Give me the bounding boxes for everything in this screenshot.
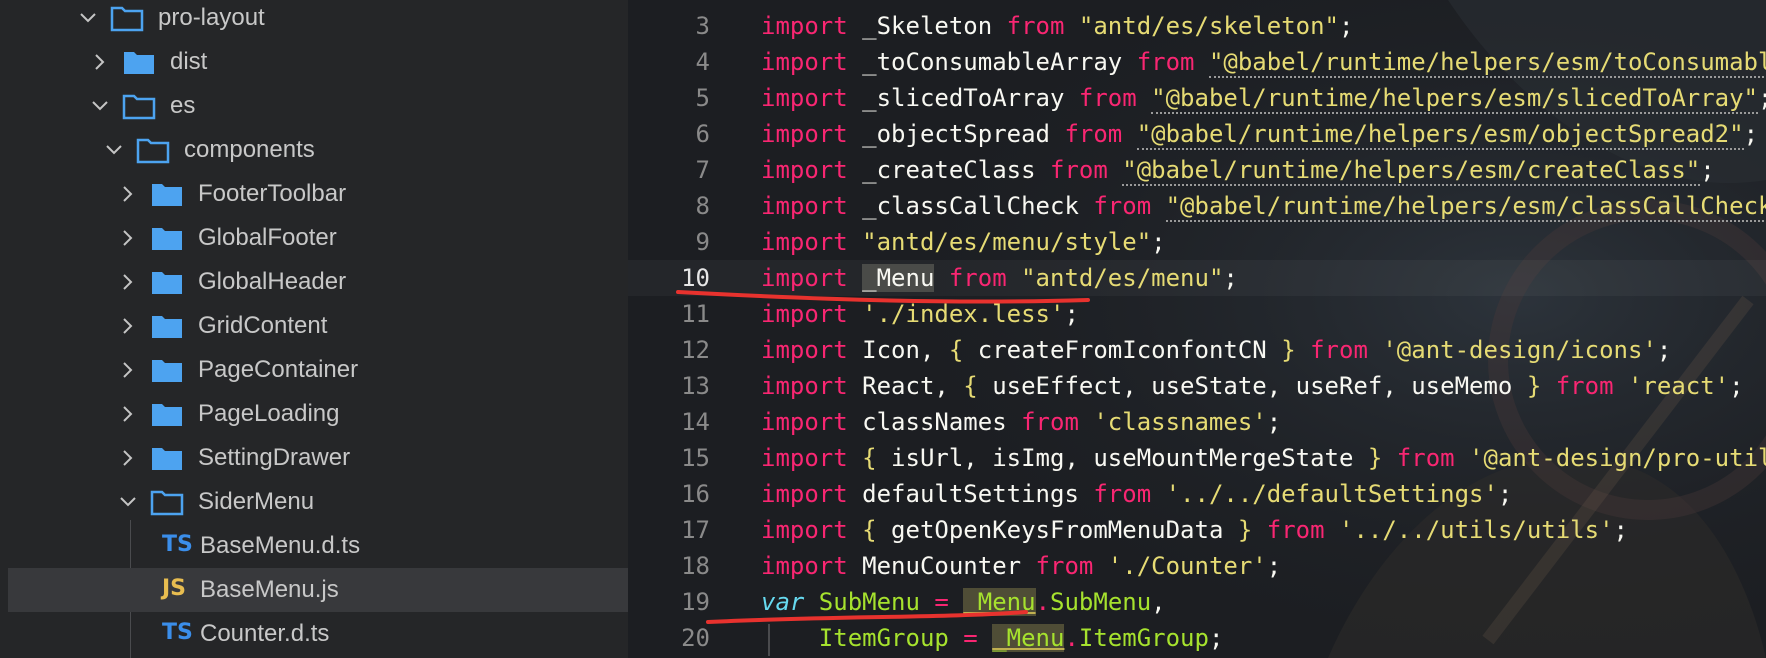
tree-item-label: GlobalHeader xyxy=(198,268,347,295)
tree-item-label: SiderMenu xyxy=(198,488,315,515)
tree-folder-row[interactable]: PageLoading xyxy=(8,392,628,436)
red-underline-mark xyxy=(706,610,1028,624)
tree-folder-row[interactable]: components xyxy=(8,128,628,172)
folder-icon xyxy=(150,400,184,428)
folder-icon xyxy=(122,48,156,76)
chevron-right-icon[interactable] xyxy=(118,360,138,380)
folder-open-icon xyxy=(136,136,170,164)
tree-folder-row[interactable]: dist xyxy=(8,40,628,84)
tree-item-label: dist xyxy=(170,48,208,75)
tree-item-label: PageContainer xyxy=(198,356,359,383)
tree-item-label: GlobalFooter xyxy=(198,224,337,251)
chevron-right-icon[interactable] xyxy=(118,448,138,468)
folder-icon xyxy=(150,180,184,208)
tree-item-label: es xyxy=(170,92,196,119)
tree-folder-row[interactable]: GlobalHeader xyxy=(8,260,628,304)
chevron-right-icon[interactable] xyxy=(90,52,110,72)
tree-folder-row[interactable]: PageContainer xyxy=(8,348,628,392)
tree-file-row[interactable]: TS BaseMenu.d.ts xyxy=(8,524,628,568)
tree-file-row[interactable]: JS BaseMenu.js xyxy=(8,568,628,612)
chevron-right-icon[interactable] xyxy=(118,184,138,204)
typescript-file-icon: TS xyxy=(162,620,193,645)
tree-item-label: SettingDrawer xyxy=(198,444,351,471)
red-underline-mark xyxy=(676,290,1090,304)
annotation-overlay xyxy=(676,290,1090,624)
folder-icon xyxy=(150,268,184,296)
chevron-down-icon[interactable] xyxy=(90,96,110,116)
typescript-file-icon: TS xyxy=(162,532,193,557)
chevron-right-icon[interactable] xyxy=(118,272,138,292)
folder-icon xyxy=(150,312,184,340)
chevron-down-icon[interactable] xyxy=(118,492,138,512)
folder-icon xyxy=(150,356,184,384)
tree-folder-row[interactable]: FooterToolbar xyxy=(8,172,628,216)
folder-open-icon xyxy=(150,488,184,516)
chevron-right-icon[interactable] xyxy=(118,228,138,248)
code-editor[interactable]: 3 import _Skeleton from "antd/es/skeleton… xyxy=(628,0,1766,658)
tree-item-label: BaseMenu.js xyxy=(200,576,339,603)
chevron-right-icon[interactable] xyxy=(118,404,138,424)
tree-item-label: components xyxy=(184,136,315,163)
file-explorer: pro-layout dist es components FooterToolbar G… xyxy=(0,0,628,658)
chevron-down-icon[interactable] xyxy=(78,8,98,28)
folder-icon xyxy=(150,444,184,472)
tree-item-label: BaseMenu.d.ts xyxy=(200,532,361,559)
tree-item-label: FooterToolbar xyxy=(198,180,347,207)
tree-item-label: Counter.d.ts xyxy=(200,620,330,647)
tree-folder-row[interactable]: es xyxy=(8,84,628,128)
tree-item-label: PageLoading xyxy=(198,400,340,427)
folder-open-icon xyxy=(110,4,144,32)
folder-open-icon xyxy=(122,92,156,120)
chevron-right-icon[interactable] xyxy=(118,316,138,336)
tree-item-label: pro-layout xyxy=(158,4,265,31)
tree-folder-row[interactable]: pro-layout xyxy=(8,0,628,40)
tree-folder-row[interactable]: GridContent xyxy=(8,304,628,348)
tree-file-row[interactable]: TS Counter.d.ts xyxy=(8,612,628,656)
tree-folder-row[interactable]: SiderMenu xyxy=(8,480,628,524)
tree-folder-row[interactable]: SettingDrawer xyxy=(8,436,628,480)
chevron-down-icon[interactable] xyxy=(104,140,124,160)
javascript-file-icon: JS xyxy=(162,576,187,601)
tree-item-label: GridContent xyxy=(198,312,328,339)
folder-icon xyxy=(150,224,184,252)
tree-folder-row[interactable]: GlobalFooter xyxy=(8,216,628,260)
